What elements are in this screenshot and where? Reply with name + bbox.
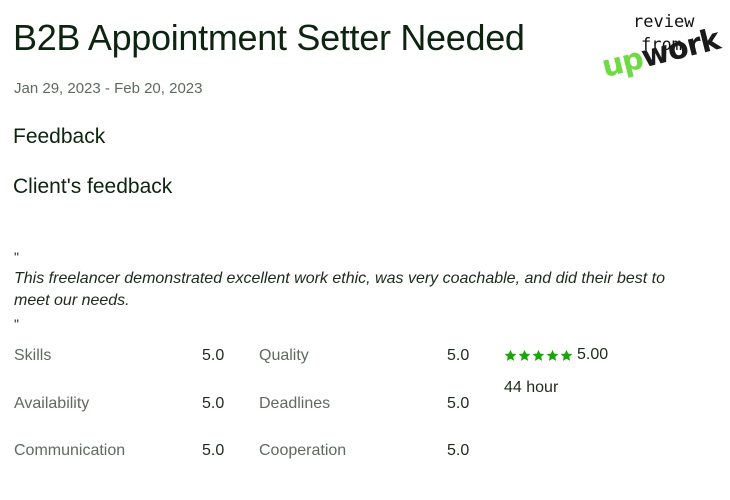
star-icon xyxy=(546,349,559,361)
star-icon xyxy=(560,349,573,361)
open-quote-mark: " xyxy=(14,249,19,265)
overall-rating: 5.00 xyxy=(504,345,608,365)
rating-label-quality: Quality xyxy=(259,347,309,364)
client-feedback-text: This freelancer demonstrated excellent w… xyxy=(14,270,665,309)
page-title: B2B Appointment Setter Needed xyxy=(13,17,525,58)
rating-value-quality: 5.0 xyxy=(447,347,470,364)
date-range: Jan 29, 2023 - Feb 20, 2023 xyxy=(14,80,203,97)
star-rating xyxy=(504,349,573,362)
star-icon xyxy=(518,349,531,361)
star-icon xyxy=(504,349,517,361)
rating-value-skills: 5.0 xyxy=(202,347,225,364)
rating-label-skills: Skills xyxy=(14,347,52,364)
rating-label-availability: Availability xyxy=(14,395,90,412)
client-feedback-heading: Client's feedback xyxy=(13,175,173,198)
rating-value-availability: 5.0 xyxy=(202,395,225,412)
rating-label-communication: Communication xyxy=(14,442,126,459)
star-icon xyxy=(532,349,545,361)
hours-worked: 44 hour xyxy=(504,379,559,396)
rating-value-communication: 5.0 xyxy=(202,442,225,459)
rating-value-deadlines: 5.0 xyxy=(447,395,470,412)
rating-label-deadlines: Deadlines xyxy=(259,395,331,412)
rating-label-cooperation: Cooperation xyxy=(259,442,347,459)
feedback-heading: Feedback xyxy=(13,125,106,148)
overall-score: 5.00 xyxy=(577,346,609,363)
upwork-review-badge: review from upwork xyxy=(598,10,725,105)
close-quote-mark: " xyxy=(14,316,19,332)
rating-value-cooperation: 5.0 xyxy=(447,442,470,459)
